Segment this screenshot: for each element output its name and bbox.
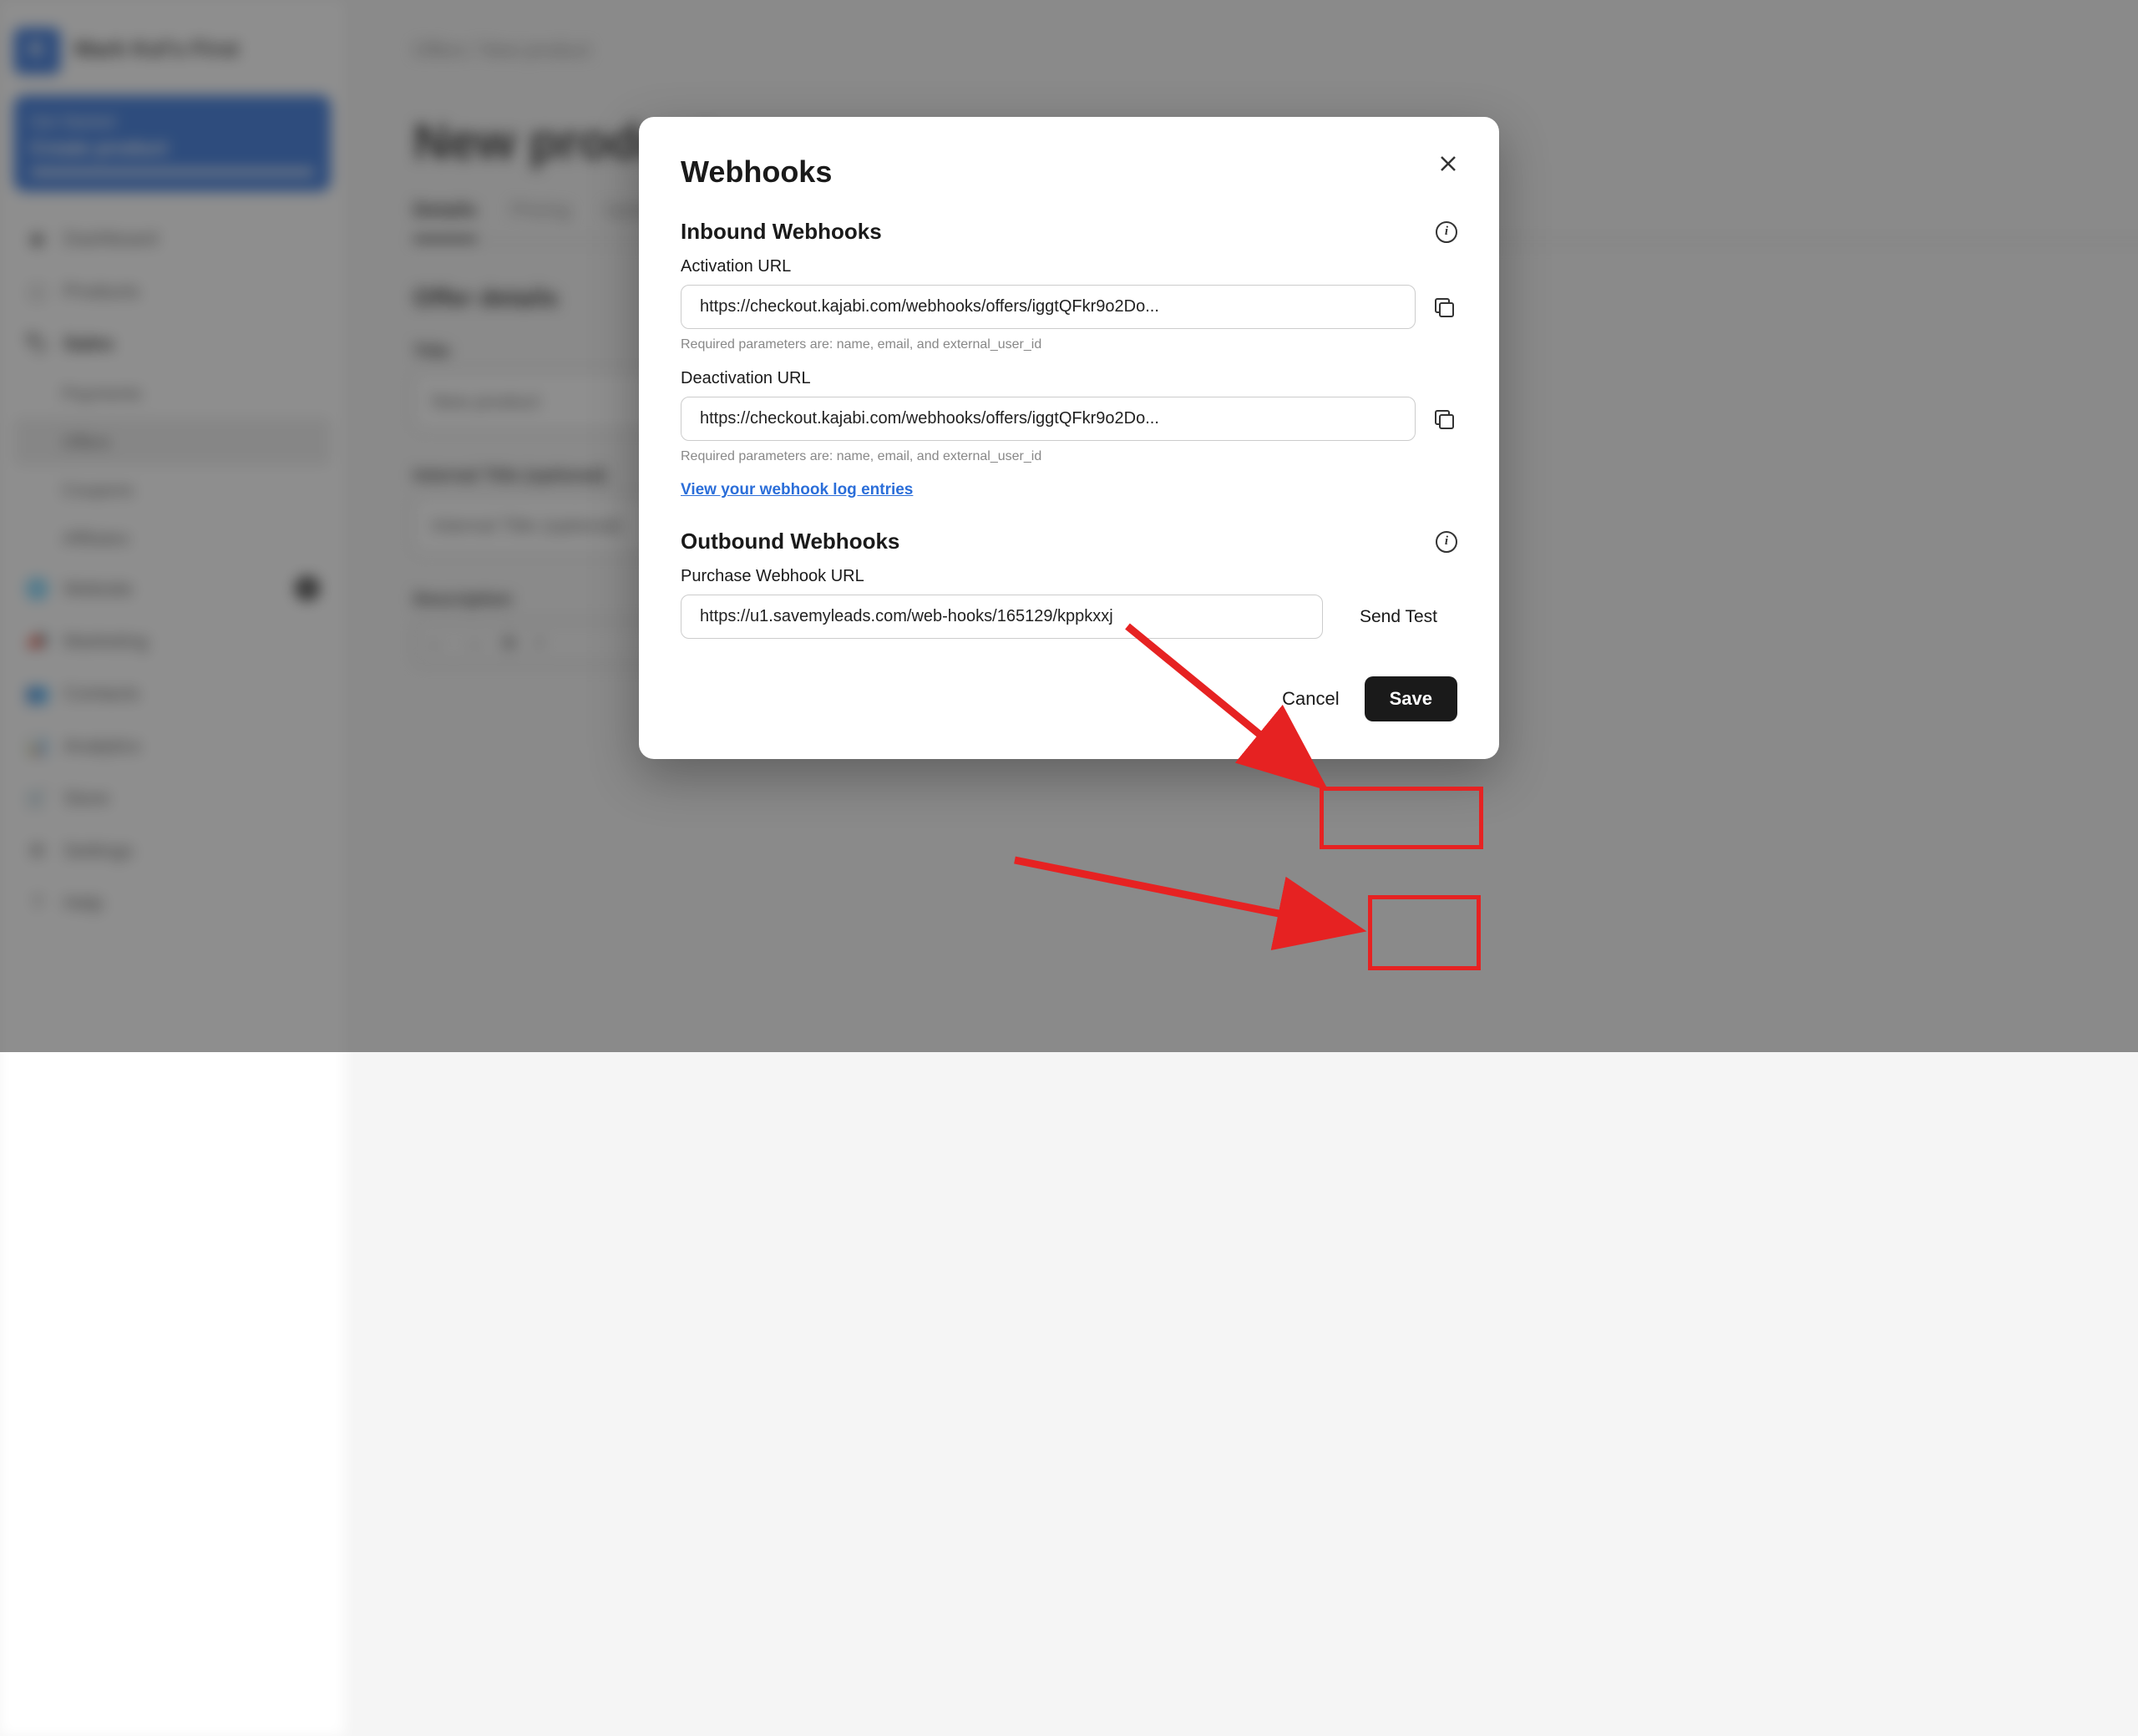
outbound-heading: Outbound Webhooks [681, 529, 899, 554]
send-test-button[interactable]: Send Test [1340, 595, 1457, 639]
webhooks-modal: Webhooks Inbound Webhooks i Activation U… [639, 117, 1499, 759]
deactivation-url-field[interactable]: https://checkout.kajabi.com/webhooks/off… [681, 397, 1416, 441]
activation-label: Activation URL [681, 257, 1457, 276]
deactivation-label: Deactivation URL [681, 369, 1457, 388]
purchase-label: Purchase Webhook URL [681, 567, 1457, 586]
deactivation-helper: Required parameters are: name, email, an… [681, 449, 1457, 464]
copy-icon[interactable] [1432, 296, 1456, 319]
info-icon[interactable]: i [1436, 221, 1457, 243]
activation-url-field[interactable]: https://checkout.kajabi.com/webhooks/off… [681, 285, 1416, 329]
save-button[interactable]: Save [1365, 676, 1457, 721]
purchase-url-input[interactable] [681, 595, 1323, 639]
copy-icon[interactable] [1432, 407, 1456, 431]
close-icon [1439, 154, 1457, 173]
inbound-heading: Inbound Webhooks [681, 219, 882, 245]
modal-title: Webhooks [681, 154, 1457, 190]
cancel-button[interactable]: Cancel [1282, 688, 1339, 710]
log-entries-link[interactable]: View your webhook log entries [681, 481, 1457, 499]
info-icon[interactable]: i [1436, 531, 1457, 553]
modal-overlay[interactable]: Webhooks Inbound Webhooks i Activation U… [0, 0, 2138, 1052]
close-button[interactable] [1439, 154, 1457, 177]
activation-helper: Required parameters are: name, email, an… [681, 337, 1457, 352]
